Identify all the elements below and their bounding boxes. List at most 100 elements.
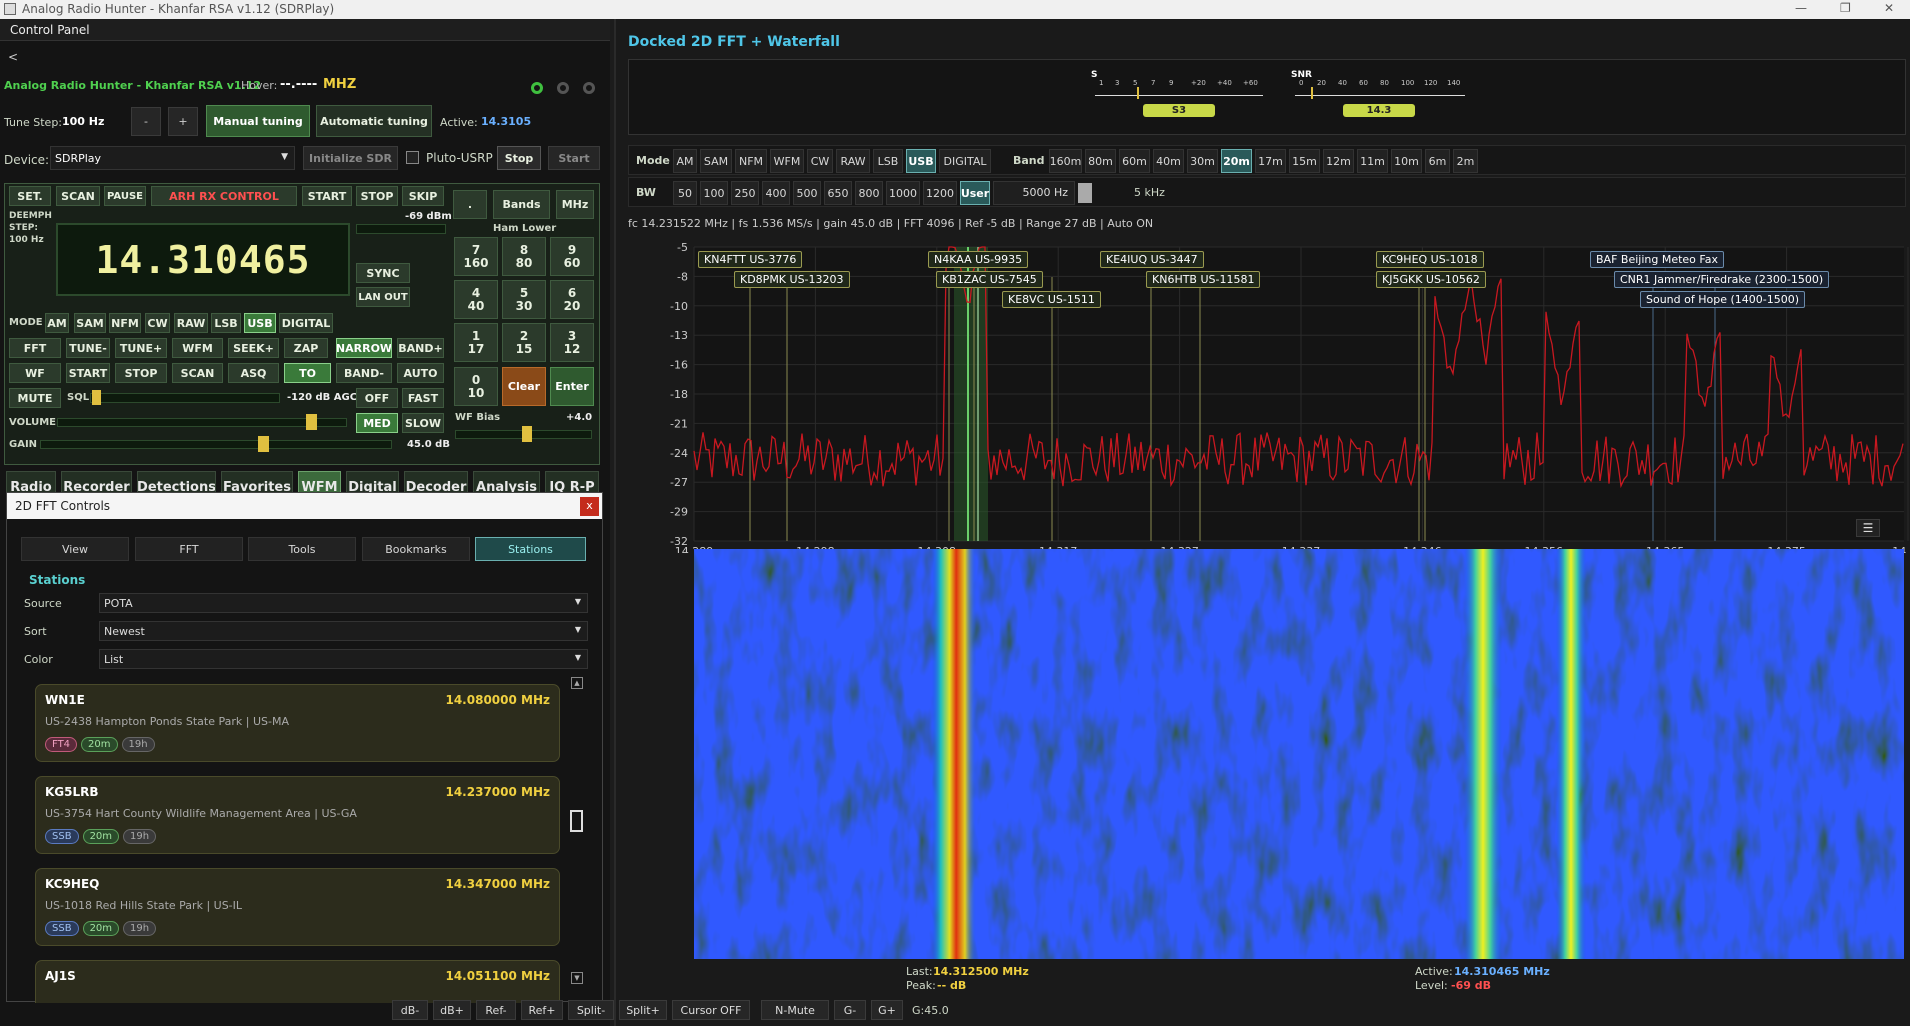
dock-mode-sam[interactable]: SAM — [700, 149, 732, 173]
mode-cw-button[interactable]: CW — [145, 313, 170, 333]
band-160m[interactable]: 160m — [1049, 149, 1082, 173]
seek-plus-button[interactable]: SEEK+ — [228, 338, 279, 358]
auto-button[interactable]: AUTO — [397, 363, 444, 383]
enter-button[interactable]: Enter — [550, 367, 594, 406]
mode-digital-button[interactable]: DIGITAL — [279, 313, 333, 333]
band-40m[interactable]: 40m — [1153, 149, 1184, 173]
narrow-button[interactable]: NARROW — [336, 338, 392, 358]
squelch-slider[interactable] — [90, 393, 280, 403]
keypad-1[interactable]: 1 17 — [454, 323, 498, 362]
bw-800[interactable]: 800 — [855, 181, 883, 205]
scroll-down-button[interactable]: ▼ — [571, 972, 583, 984]
automatic-tuning-button[interactable]: Automatic tuning — [316, 105, 432, 137]
agc-slow-button[interactable]: SLOW — [402, 413, 444, 433]
tab-view[interactable]: View — [21, 537, 129, 561]
keypad-6[interactable]: 6 20 — [550, 280, 594, 319]
mute-button[interactable]: MUTE — [9, 388, 61, 408]
skip-button[interactable]: SKIP — [402, 186, 444, 206]
gain-thumb[interactable] — [258, 436, 269, 452]
scan-start-button[interactable]: START — [66, 363, 110, 383]
scan-mode-button[interactable]: SCAN — [172, 363, 223, 383]
keypad-dot[interactable]: . — [453, 190, 487, 219]
station-card[interactable]: WN1E 14.080000 MHz US-2438 Hampton Ponds… — [35, 684, 560, 762]
keypad-5[interactable]: 5 30 — [502, 280, 546, 319]
g-minus-button[interactable]: G- — [834, 1000, 866, 1020]
dock-mode-wfm[interactable]: WFM — [770, 149, 804, 173]
wf-button[interactable]: WF — [9, 363, 61, 383]
bw-1200[interactable]: 1200 — [923, 181, 957, 205]
station-tag[interactable]: KE4IUQ US-3447 — [1100, 251, 1204, 268]
source-select[interactable]: POTA ▼ — [99, 593, 588, 613]
bands-button[interactable]: Bands — [493, 190, 550, 219]
keypad-8[interactable]: 8 80 — [502, 237, 546, 276]
station-tag[interactable]: KN6HTB US-11581 — [1146, 271, 1261, 288]
pluto-checkbox[interactable] — [406, 151, 419, 164]
dock-mode-nfm[interactable]: NFM — [735, 149, 767, 173]
station-card[interactable]: KC9HEQ 14.347000 MHz US-1018 Red Hills S… — [35, 868, 560, 946]
asq-button[interactable]: ASQ — [228, 363, 279, 383]
station-tag[interactable]: KJ5GKK US-10562 — [1376, 271, 1486, 288]
station-card[interactable]: AJ1S 14.051100 MHz — [35, 960, 560, 1003]
band-2m[interactable]: 2m — [1453, 149, 1478, 173]
band-10m[interactable]: 10m — [1391, 149, 1422, 173]
station-tag[interactable]: KB1ZAC US-7545 — [936, 271, 1043, 288]
agc-off-button[interactable]: OFF — [356, 388, 398, 408]
initialize-sdr-button[interactable]: Initialize SDR — [303, 146, 398, 170]
mode-raw-button[interactable]: RAW — [174, 313, 208, 333]
band-17m[interactable]: 17m — [1255, 149, 1286, 173]
ref-minus-button[interactable]: Ref- — [476, 1000, 516, 1020]
agc-med-button[interactable]: MED — [356, 413, 398, 433]
bw-user[interactable]: User — [960, 181, 990, 205]
dock-mode-digital[interactable]: DIGITAL — [939, 149, 991, 173]
n-mute-button[interactable]: N-Mute — [761, 1000, 829, 1020]
tune-minus-button[interactable]: TUNE- — [66, 338, 110, 358]
band-30m[interactable]: 30m — [1187, 149, 1218, 173]
station-tag[interactable]: KC9HEQ US-1018 — [1376, 251, 1484, 268]
scroll-up-button[interactable]: ▲ — [571, 677, 583, 689]
fft-controls-close-button[interactable]: x — [580, 497, 599, 516]
keypad-7[interactable]: 7 160 — [454, 237, 498, 276]
waterfall-menu-icon[interactable]: ☰ — [1856, 519, 1880, 537]
band-12m[interactable]: 12m — [1323, 149, 1354, 173]
band-6m[interactable]: 6m — [1425, 149, 1450, 173]
minimize-button[interactable]: — — [1795, 1, 1807, 15]
bw-400[interactable]: 400 — [762, 181, 790, 205]
waterfall[interactable] — [694, 549, 1904, 959]
tab-tools[interactable]: Tools — [248, 537, 356, 561]
device-select[interactable]: SDRPlay ▼ — [50, 146, 295, 170]
tab-bookmarks[interactable]: Bookmarks — [362, 537, 470, 561]
stop-button[interactable]: STOP — [356, 186, 398, 206]
keypad-4[interactable]: 4 40 — [454, 280, 498, 319]
mode-usb-button[interactable]: USB — [244, 313, 276, 333]
keypad-2[interactable]: 2 15 — [502, 323, 546, 362]
station-card[interactable]: KG5LRB 14.237000 MHz US-3754 Hart County… — [35, 776, 560, 854]
color-select[interactable]: List ▼ — [99, 649, 588, 669]
bw-500[interactable]: 500 — [793, 181, 821, 205]
cursor-off-button[interactable]: Cursor OFF — [672, 1000, 750, 1020]
tab-stations[interactable]: Stations — [475, 537, 586, 561]
keypad-0[interactable]: 0 10 — [454, 367, 498, 406]
manual-tuning-button[interactable]: Manual tuning — [206, 105, 310, 137]
dock-mode-raw[interactable]: RAW — [836, 149, 870, 173]
zap-button[interactable]: ZAP — [284, 338, 328, 358]
g-plus-button[interactable]: G+ — [871, 1000, 903, 1020]
station-tag[interactable]: CNR1 Jammer/Firedrake (2300-1500) — [1614, 271, 1830, 288]
band-plus-button[interactable]: BAND+ — [397, 338, 444, 358]
sdr-stop-button[interactable]: Stop — [497, 146, 541, 170]
to-button[interactable]: TO — [284, 363, 331, 383]
back-button[interactable]: < — [8, 50, 18, 64]
wfm-button[interactable]: WFM — [172, 338, 223, 358]
station-tag[interactable]: N4KAA US-9935 — [928, 251, 1029, 268]
sdr-start-button[interactable]: Start — [548, 146, 600, 170]
db-minus-button[interactable]: dB- — [392, 1000, 428, 1020]
close-button[interactable]: ✕ — [1884, 1, 1894, 15]
mode-nfm-button[interactable]: NFM — [109, 313, 141, 333]
bw-1000[interactable]: 1000 — [886, 181, 920, 205]
band-60m[interactable]: 60m — [1119, 149, 1150, 173]
volume-thumb[interactable] — [306, 414, 317, 430]
mode-am-button[interactable]: AM — [45, 313, 69, 333]
band-20m[interactable]: 20m — [1221, 149, 1252, 173]
split-plus-button[interactable]: Split+ — [619, 1000, 667, 1020]
station-tag[interactable]: KE8VC US-1511 — [1002, 291, 1101, 308]
scan-stop-button[interactable]: STOP — [115, 363, 167, 383]
